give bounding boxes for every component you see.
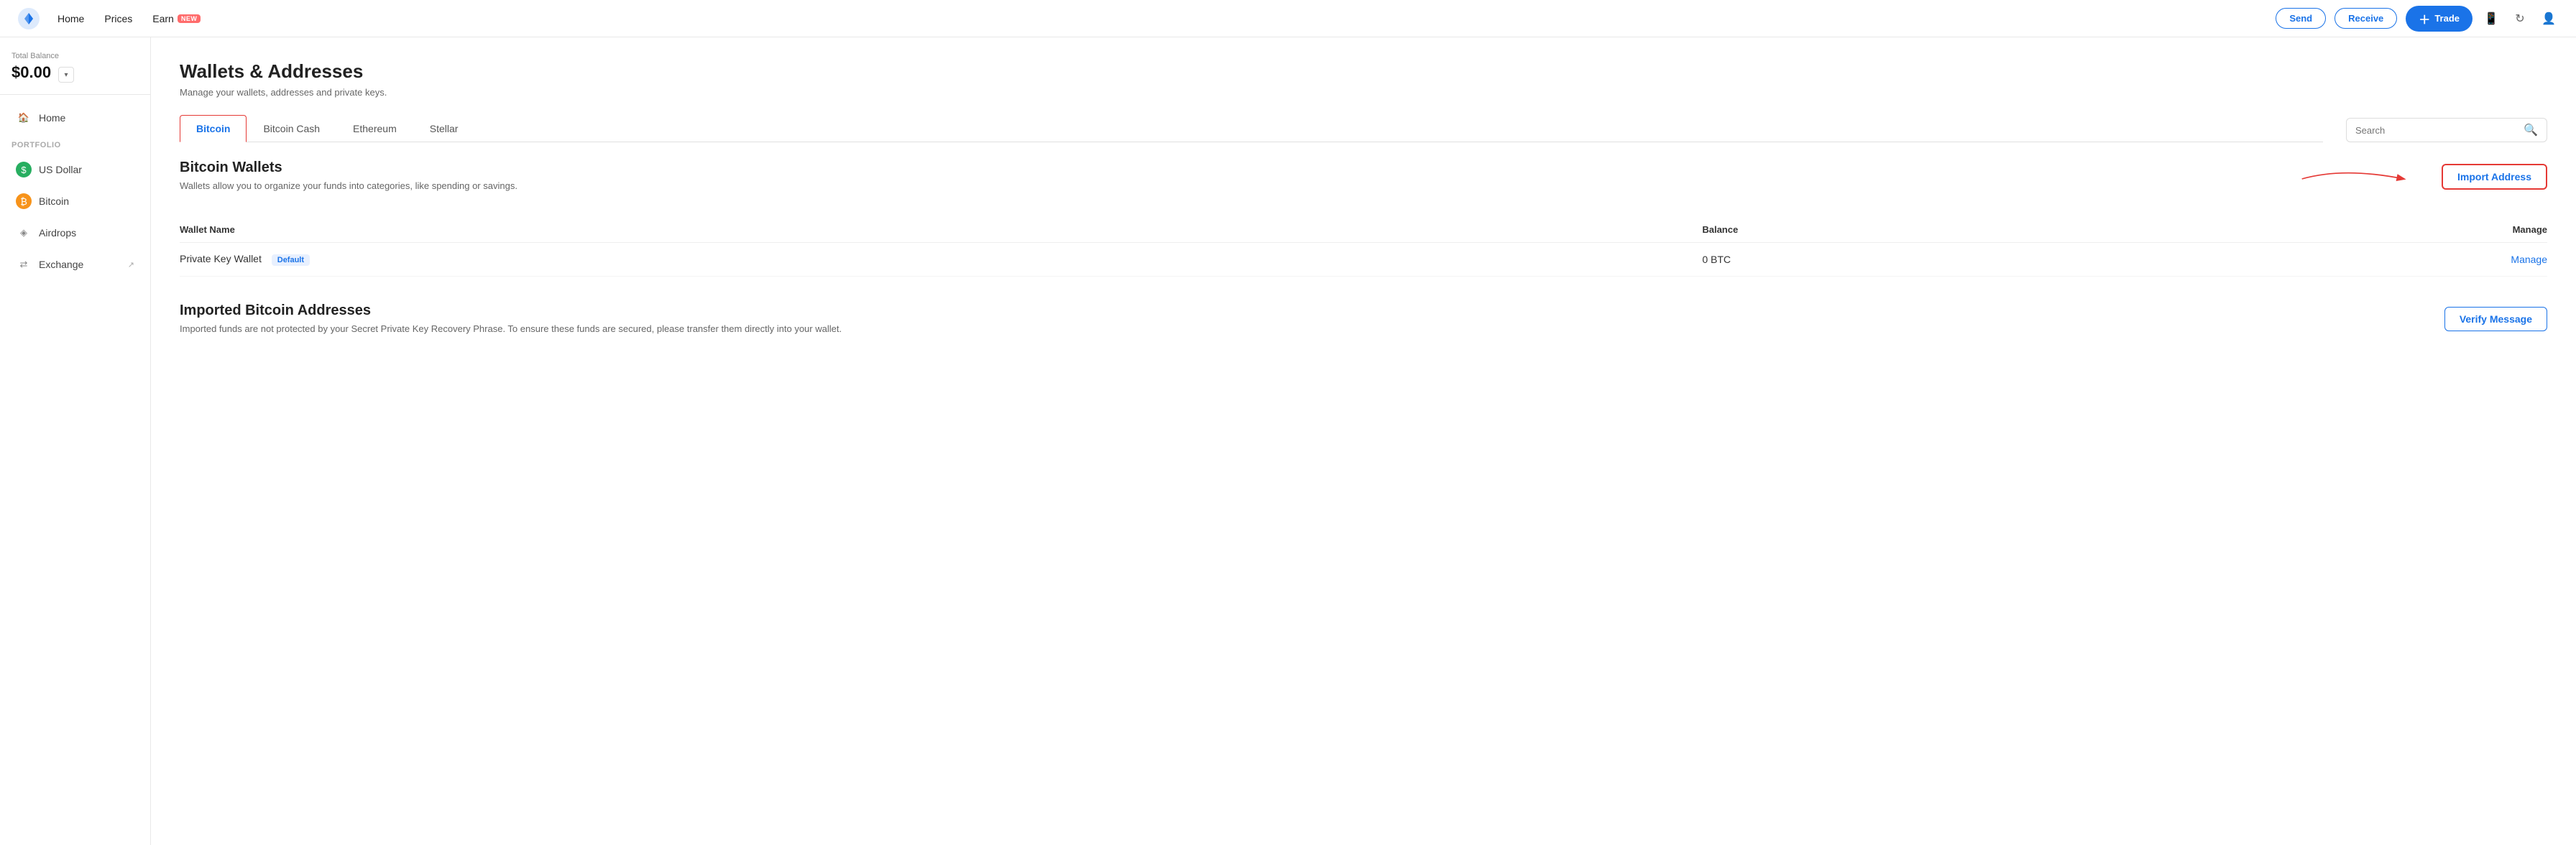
tab-ethereum[interactable]: Ethereum <box>336 115 413 142</box>
wallet-name: Private Key Wallet <box>180 253 262 264</box>
topnav-right: Send Receive ＋ Trade 📱 ↻ 👤 <box>2276 6 2559 32</box>
bitcoin-icon: ₿ <box>16 193 32 209</box>
sidebar-item-label: Exchange <box>39 259 83 270</box>
verify-message-button[interactable]: Verify Message <box>2444 307 2547 331</box>
page-title: Wallets & Addresses <box>180 60 2547 83</box>
table-row: Private Key Wallet Default 0 BTC Manage <box>180 243 2547 277</box>
sidebar-item-airdrops[interactable]: ◈ Airdrops <box>4 218 146 247</box>
sidebar-item-label: Bitcoin <box>39 195 69 207</box>
tabs-row: Bitcoin Bitcoin Cash Ethereum Stellar <box>180 115 2323 142</box>
col-manage: Manage <box>2122 217 2547 243</box>
col-wallet-name: Wallet Name <box>180 217 1702 243</box>
wallet-balance-cell: 0 BTC <box>1702 243 2122 277</box>
wallet-manage-cell[interactable]: Manage <box>2122 243 2547 277</box>
send-button[interactable]: Send <box>2276 8 2326 29</box>
wallet-section-subtitle: Wallets allow you to organize your funds… <box>180 180 518 191</box>
nav-home[interactable]: Home <box>58 13 84 24</box>
wallet-table: Wallet Name Balance Manage Private Key W… <box>180 217 2547 277</box>
balance-value: $0.00 <box>12 63 51 81</box>
mobile-icon[interactable]: 📱 <box>2481 9 2501 29</box>
imported-section: Imported Bitcoin Addresses Imported fund… <box>180 303 2547 334</box>
sidebar-item-label: Airdrops <box>39 227 76 239</box>
nav-earn[interactable]: Earn NEW <box>152 13 201 24</box>
home-icon: 🏠 <box>16 110 32 126</box>
manage-link[interactable]: Manage <box>2511 254 2547 265</box>
top-nav: Home Prices Earn NEW Send Receive ＋ Trad… <box>0 0 2576 37</box>
plus-icon: ＋ <box>2419 10 2430 27</box>
tab-bitcoin-cash[interactable]: Bitcoin Cash <box>247 115 336 142</box>
default-badge: Default <box>272 254 310 266</box>
search-input[interactable] <box>2355 125 2518 136</box>
exchange-icon: ⇄ <box>16 257 32 272</box>
sidebar-item-label: Home <box>39 112 65 124</box>
tab-stellar[interactable]: Stellar <box>413 115 475 142</box>
import-address-button[interactable]: Import Address <box>2442 164 2547 190</box>
imported-title: Imported Bitcoin Addresses <box>180 303 842 319</box>
trade-button[interactable]: ＋ Trade <box>2406 6 2472 32</box>
sidebar-item-exchange[interactable]: ⇄ Exchange ↗ <box>4 250 146 279</box>
sidebar-item-label: US Dollar <box>39 164 82 175</box>
external-link-icon: ↗ <box>128 260 134 269</box>
sidebar-balance: Total Balance $0.00 ▾ <box>0 52 150 95</box>
balance-toggle[interactable]: ▾ <box>58 67 74 83</box>
imported-desc: Imported funds are not protected by your… <box>180 323 842 334</box>
page-subtitle: Manage your wallets, addresses and priva… <box>180 87 2547 98</box>
earn-new-badge: NEW <box>178 14 201 23</box>
usdollar-icon: $ <box>16 162 32 177</box>
main-content: Wallets & Addresses Manage your wallets,… <box>151 37 2576 845</box>
airdrops-icon: ◈ <box>16 225 32 241</box>
col-balance: Balance <box>1702 217 2122 243</box>
refresh-icon[interactable]: ↻ <box>2510 9 2530 29</box>
sidebar: Total Balance $0.00 ▾ 🏠 Home Portfolio $… <box>0 37 151 845</box>
logo[interactable] <box>17 7 40 30</box>
layout: Total Balance $0.00 ▾ 🏠 Home Portfolio $… <box>0 0 2576 845</box>
user-icon[interactable]: 👤 <box>2539 9 2559 29</box>
sidebar-item-usdollar[interactable]: $ US Dollar <box>4 155 146 184</box>
arrow-annotation <box>2290 161 2434 197</box>
sidebar-item-bitcoin[interactable]: ₿ Bitcoin <box>4 187 146 216</box>
imported-section-header: Imported Bitcoin Addresses Imported fund… <box>180 303 842 334</box>
wallet-section-header: Bitcoin Wallets Wallets allow you to org… <box>180 160 518 206</box>
balance-label: Total Balance <box>12 52 139 60</box>
search-box[interactable]: 🔍 <box>2346 118 2547 142</box>
wallet-section-title: Bitcoin Wallets <box>180 160 518 176</box>
search-icon[interactable]: 🔍 <box>2524 123 2538 137</box>
receive-button[interactable]: Receive <box>2334 8 2397 29</box>
wallet-name-cell: Private Key Wallet Default <box>180 243 1702 277</box>
portfolio-label: Portfolio <box>0 135 150 152</box>
nav-links: Home Prices Earn NEW <box>58 13 201 24</box>
nav-prices[interactable]: Prices <box>104 13 132 24</box>
sidebar-item-home[interactable]: 🏠 Home <box>4 103 146 132</box>
tab-bitcoin[interactable]: Bitcoin <box>180 115 247 142</box>
